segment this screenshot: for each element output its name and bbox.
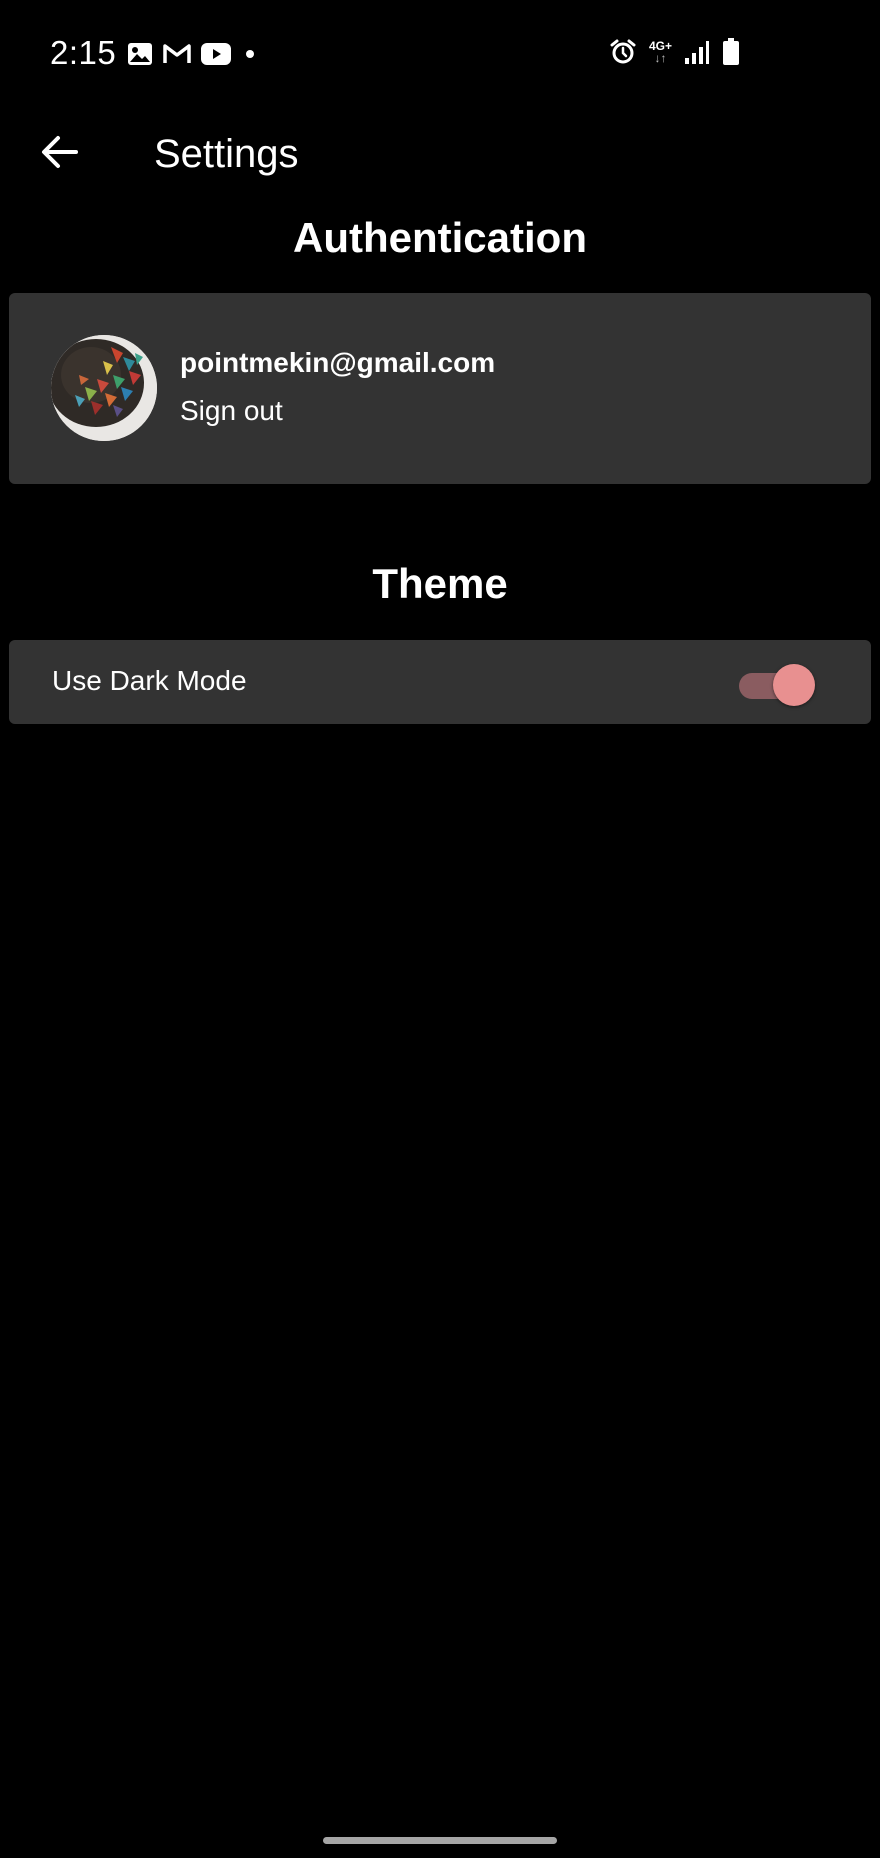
- battery-icon: [722, 38, 740, 66]
- gallery-icon: [127, 42, 153, 66]
- arrow-left-icon: [40, 134, 80, 175]
- alarm-icon: [609, 38, 637, 66]
- account-email: pointmekin@gmail.com: [180, 347, 496, 378]
- dark-mode-toggle[interactable]: [729, 660, 819, 706]
- back-button[interactable]: [34, 128, 86, 180]
- status-icons-right: 4G+ ↓↑: [609, 38, 740, 66]
- signal-icon: [684, 39, 710, 65]
- toggle-thumb: [773, 664, 815, 706]
- status-bar: 2:15 4G+ ↓↑: [0, 0, 880, 110]
- network-arrows-icon: ↓↑: [654, 51, 667, 65]
- page-title: Settings: [154, 132, 299, 176]
- authentication-heading: Authentication: [293, 214, 587, 261]
- avatar: [51, 335, 157, 441]
- notification-dot-icon: [241, 43, 259, 65]
- network-4g-icon: 4G+ ↓↑: [649, 40, 672, 64]
- account-card: pointmekin@gmail.com Sign out: [9, 293, 871, 484]
- app-bar: Settings: [0, 110, 880, 200]
- dark-mode-label: Use Dark Mode: [52, 665, 247, 696]
- status-time: 2:15: [50, 34, 117, 71]
- youtube-icon: [201, 43, 231, 65]
- sign-out-button[interactable]: Sign out: [180, 395, 283, 427]
- dark-mode-row[interactable]: Use Dark Mode: [9, 640, 871, 724]
- theme-heading: Theme: [372, 560, 508, 607]
- gmail-icon: [163, 43, 191, 65]
- status-icons-left: [127, 42, 259, 66]
- gesture-nav-handle[interactable]: [323, 1837, 557, 1844]
